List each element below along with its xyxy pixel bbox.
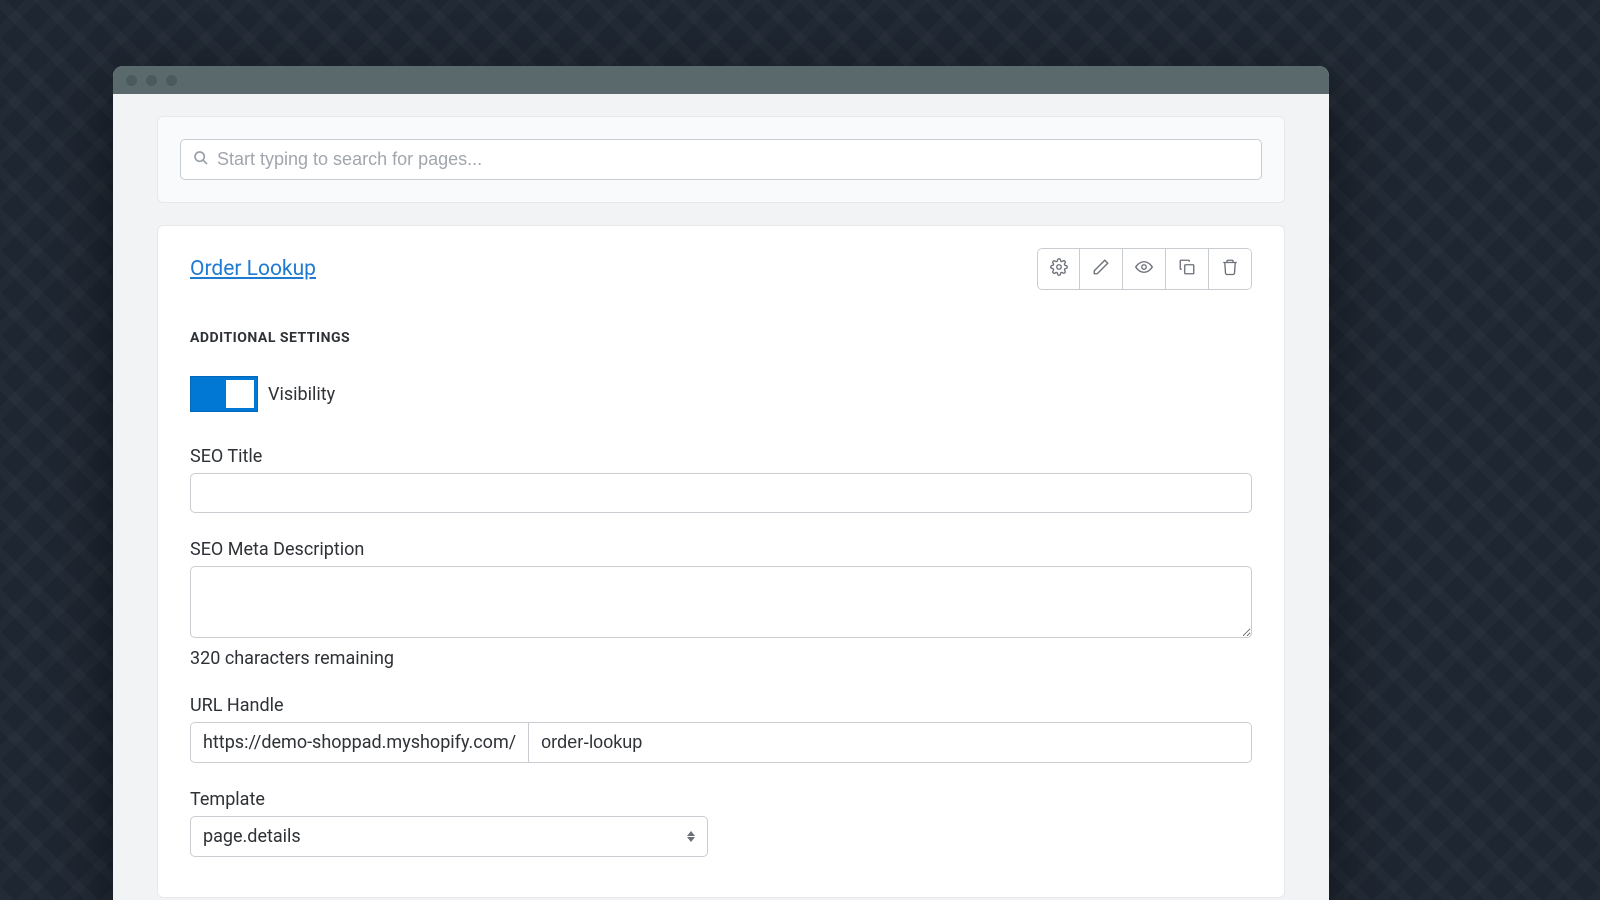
window-content: Order Lookup: [113, 94, 1329, 898]
search-panel: [157, 116, 1285, 203]
template-value: page.details: [203, 826, 687, 847]
app-window: Order Lookup: [113, 66, 1329, 900]
window-titlebar: [113, 66, 1329, 94]
template-label: Template: [190, 789, 1252, 810]
template-group: Template page.details: [190, 789, 1252, 857]
select-arrows-icon: [687, 831, 695, 842]
seo-meta-textarea[interactable]: [190, 566, 1252, 638]
panel-header: Order Lookup: [190, 248, 1252, 290]
page-actions-toolbar: [1037, 248, 1252, 290]
trash-icon: [1221, 258, 1239, 280]
url-handle-row: https://demo-shoppad.myshopify.com/: [190, 722, 1252, 763]
search-icon: [193, 150, 209, 170]
url-handle-group: URL Handle https://demo-shoppad.myshopif…: [190, 695, 1252, 763]
pencil-icon: [1092, 258, 1110, 280]
preview-button[interactable]: [1123, 248, 1166, 290]
copy-icon: [1178, 258, 1196, 280]
url-handle-input[interactable]: [529, 723, 1251, 762]
seo-meta-group: SEO Meta Description 320 characters rema…: [190, 539, 1252, 669]
seo-meta-label: SEO Meta Description: [190, 539, 1252, 560]
visibility-label: Visibility: [268, 384, 335, 405]
settings-button[interactable]: [1037, 248, 1080, 290]
delete-button[interactable]: [1209, 248, 1252, 290]
edit-button[interactable]: [1080, 248, 1123, 290]
visibility-row: Visibility: [190, 376, 1252, 412]
duplicate-button[interactable]: [1166, 248, 1209, 290]
url-handle-label: URL Handle: [190, 695, 1252, 716]
seo-title-input[interactable]: [190, 473, 1252, 513]
search-input[interactable]: [217, 149, 1249, 170]
settings-panel: Order Lookup: [157, 225, 1285, 898]
window-zoom-button[interactable]: [166, 75, 177, 86]
search-field[interactable]: [180, 139, 1262, 180]
visibility-toggle[interactable]: [190, 376, 258, 412]
eye-icon: [1134, 258, 1154, 280]
section-heading: ADDITIONAL SETTINGS: [190, 330, 1252, 346]
seo-meta-helper: 320 characters remaining: [190, 648, 1252, 669]
seo-title-group: SEO Title: [190, 446, 1252, 513]
url-prefix: https://demo-shoppad.myshopify.com/: [191, 723, 529, 762]
window-minimize-button[interactable]: [146, 75, 157, 86]
gear-icon: [1050, 258, 1068, 280]
toggle-knob: [226, 380, 254, 408]
seo-title-label: SEO Title: [190, 446, 1252, 467]
page-title-link[interactable]: Order Lookup: [190, 257, 316, 281]
window-close-button[interactable]: [126, 75, 137, 86]
template-select[interactable]: page.details: [190, 816, 708, 857]
